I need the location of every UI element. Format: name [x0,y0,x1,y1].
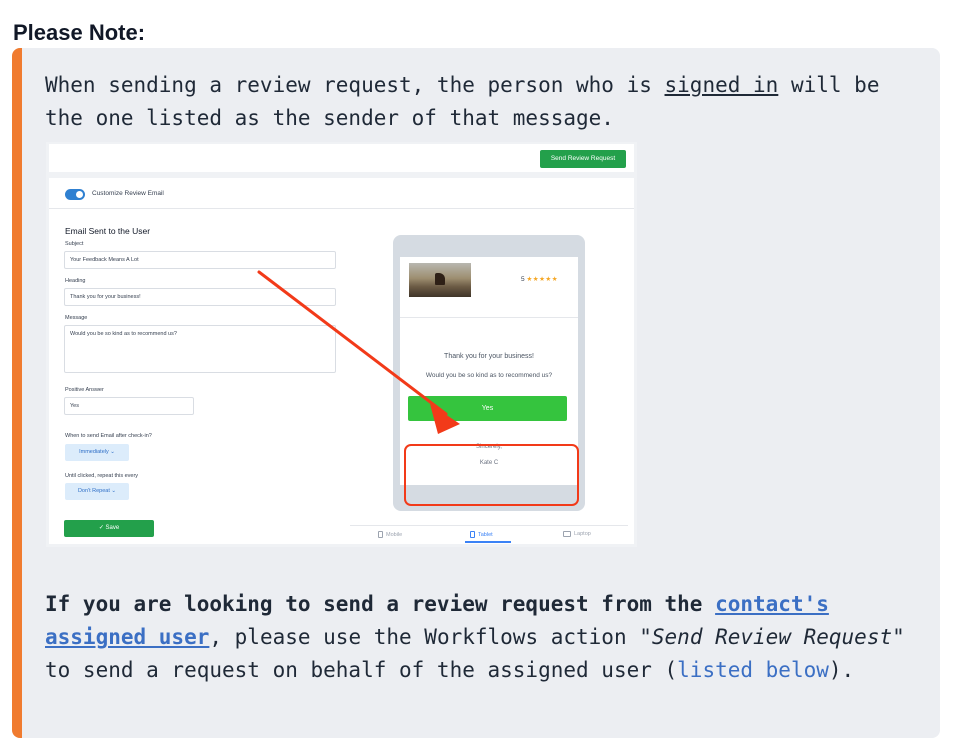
screenshot-form-panel: Customize Review Email Email Sent to the… [49,178,634,544]
listed-below-link[interactable]: listed below [677,658,829,682]
subject-label: Subject [65,241,84,247]
signed-in-text: signed in [664,73,779,97]
mobile-icon [378,531,383,538]
positive-answer-input[interactable]: Yes [64,397,194,415]
callout-accent-bar [12,48,22,738]
screenshot-top-bar: Send Review Request [49,144,634,172]
chevron-down-icon: ⌄ [111,488,117,494]
divider [49,208,634,209]
when-to-send-label: When to send Email after check-in? [65,433,152,439]
heading-input[interactable]: Thank you for your business! [64,288,336,306]
active-tab-underline [465,541,511,543]
tab-laptop-label: Laptop [574,531,591,537]
when-to-send-value: Immediately [79,449,109,455]
sender-note-paragraph: When sending a review request, the perso… [45,69,925,135]
tab-tablet[interactable]: Tablet [470,531,493,538]
divider [400,317,578,318]
note-title: Please Note: [13,20,146,45]
when-to-send-dropdown[interactable]: Immediately ⌄ [65,444,129,461]
customize-toggle[interactable] [65,189,85,200]
tablet-icon [470,531,475,538]
preview-heading: Thank you for your business! [444,353,534,360]
customize-label: Customize Review Email [92,190,164,197]
repeat-dropdown[interactable]: Don't Repeat ⌄ [65,483,129,500]
tab-tablet-label: Tablet [478,532,493,538]
heading-label: Heading [65,278,86,284]
save-button[interactable]: ✓ Save [64,520,154,537]
preview-message: Would you be so kind as to recommend us? [425,372,553,379]
para2-text-1: , please use the Workflows action " [209,625,652,649]
preview-yes-button[interactable]: Yes [408,396,567,421]
para1-text-1: When sending a review request, the perso… [45,73,665,97]
tab-mobile[interactable]: Mobile [378,531,402,538]
workflow-note-paragraph: If you are looking to send a review requ… [45,588,925,687]
device-tabs: Mobile Tablet Laptop [350,525,628,543]
star-rating-icon: ★★★★★ [526,276,559,283]
message-textarea[interactable]: Would you be so kind as to recommend us? [64,325,336,373]
form-title: Email Sent to the User [65,226,151,236]
para2-bold-lead: If you are looking to send a review requ… [45,592,716,616]
preview-image [409,263,471,297]
repeat-value: Don't Repeat [77,488,110,494]
send-review-request-action-text: Send Review Request [651,625,893,649]
laptop-icon [563,531,571,537]
chevron-down-icon: ⌄ [110,449,115,455]
positive-answer-label: Positive Answer [65,387,104,393]
rating-value: 5 [521,276,525,283]
message-label: Message [65,315,88,321]
review-email-screenshot: Send Review Request Customize Review Ema… [46,142,637,547]
sender-highlight-box [404,444,579,506]
note-callout: When sending a review request, the perso… [12,48,940,738]
tab-laptop[interactable]: Laptop [563,531,591,537]
subject-input[interactable]: Your Feedback Means A Lot [64,251,336,269]
tab-mobile-label: Mobile [386,532,403,538]
send-review-request-button[interactable]: Send Review Request [540,150,626,168]
repeat-label: Until clicked, repeat this every [65,473,139,479]
para2-text-3: ). [828,658,855,682]
preview-rating: 5 ★★★★★ [521,275,558,283]
